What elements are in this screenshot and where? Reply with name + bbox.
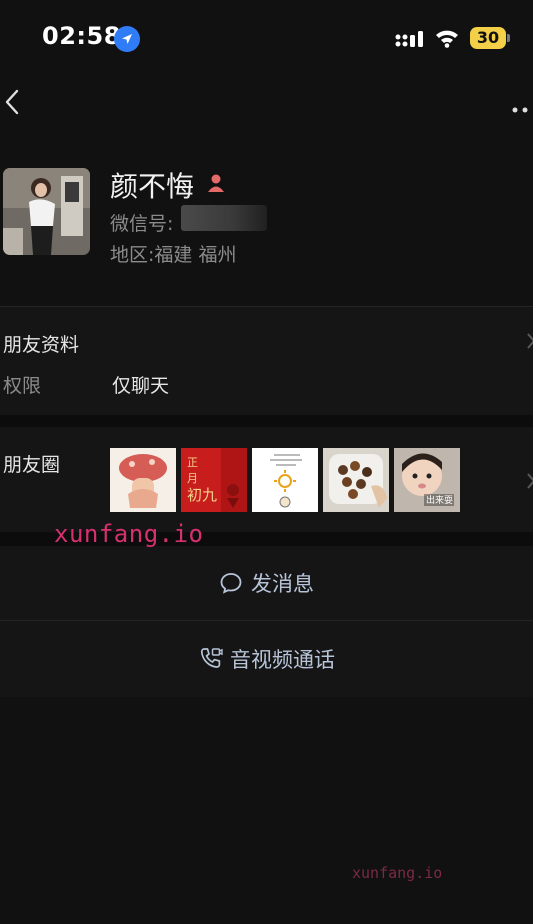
female-gender-icon <box>205 172 227 194</box>
section-gap <box>0 415 533 427</box>
battery-icon: 30 <box>470 27 510 49</box>
chat-bubble-icon <box>219 571 243 595</box>
wechat-id-redacted <box>181 205 267 231</box>
region: 地区:福建 福州 <box>110 244 237 266</box>
moments-thumbnail[interactable]: 正 月 初九 <box>181 448 247 512</box>
send-message-button[interactable]: 发消息 <box>0 546 533 620</box>
wechat-id-label: 微信号: <box>110 213 174 235</box>
location-arrow-icon <box>114 26 140 52</box>
chevron-right-icon[interactable] <box>526 332 533 350</box>
friend-info-title: 朋友资料 <box>3 334 80 356</box>
svg-text:正: 正 <box>187 456 198 469</box>
moments-thumbnail[interactable] <box>110 448 176 512</box>
avatar[interactable] <box>3 168 90 255</box>
moments-thumbnail[interactable]: 出来耍 <box>394 448 460 512</box>
battery-level: 30 <box>476 28 500 47</box>
svg-text:初九: 初九 <box>187 486 217 504</box>
watermark-text: xunfang.io <box>352 864 443 882</box>
svg-text:月: 月 <box>187 472 198 485</box>
contact-name: 颜不悔 <box>110 170 195 203</box>
moments-thumbnail[interactable] <box>252 448 318 512</box>
friend-info-section[interactable] <box>0 307 533 415</box>
back-icon[interactable] <box>2 88 24 116</box>
permission-value: 仅聊天 <box>112 375 170 397</box>
more-options-icon[interactable] <box>512 98 530 113</box>
moments-title: 朋友圈 <box>3 454 61 476</box>
svg-text:出来耍: 出来耍 <box>426 494 453 506</box>
permission-label: 权限 <box>3 375 42 397</box>
send-message-label: 发消息 <box>251 572 314 596</box>
moments-thumbnail[interactable] <box>323 448 389 512</box>
audio-video-call-button[interactable]: 音视频通话 <box>0 621 533 697</box>
phone-video-icon <box>198 646 224 672</box>
wifi-icon <box>434 28 460 48</box>
cellular-signal-icon <box>394 30 426 48</box>
chevron-right-icon[interactable] <box>526 472 533 490</box>
audio-video-call-label: 音视频通话 <box>230 648 335 672</box>
watermark-text: xunfang.io <box>54 520 204 548</box>
status-time: 02:58 <box>42 22 121 50</box>
